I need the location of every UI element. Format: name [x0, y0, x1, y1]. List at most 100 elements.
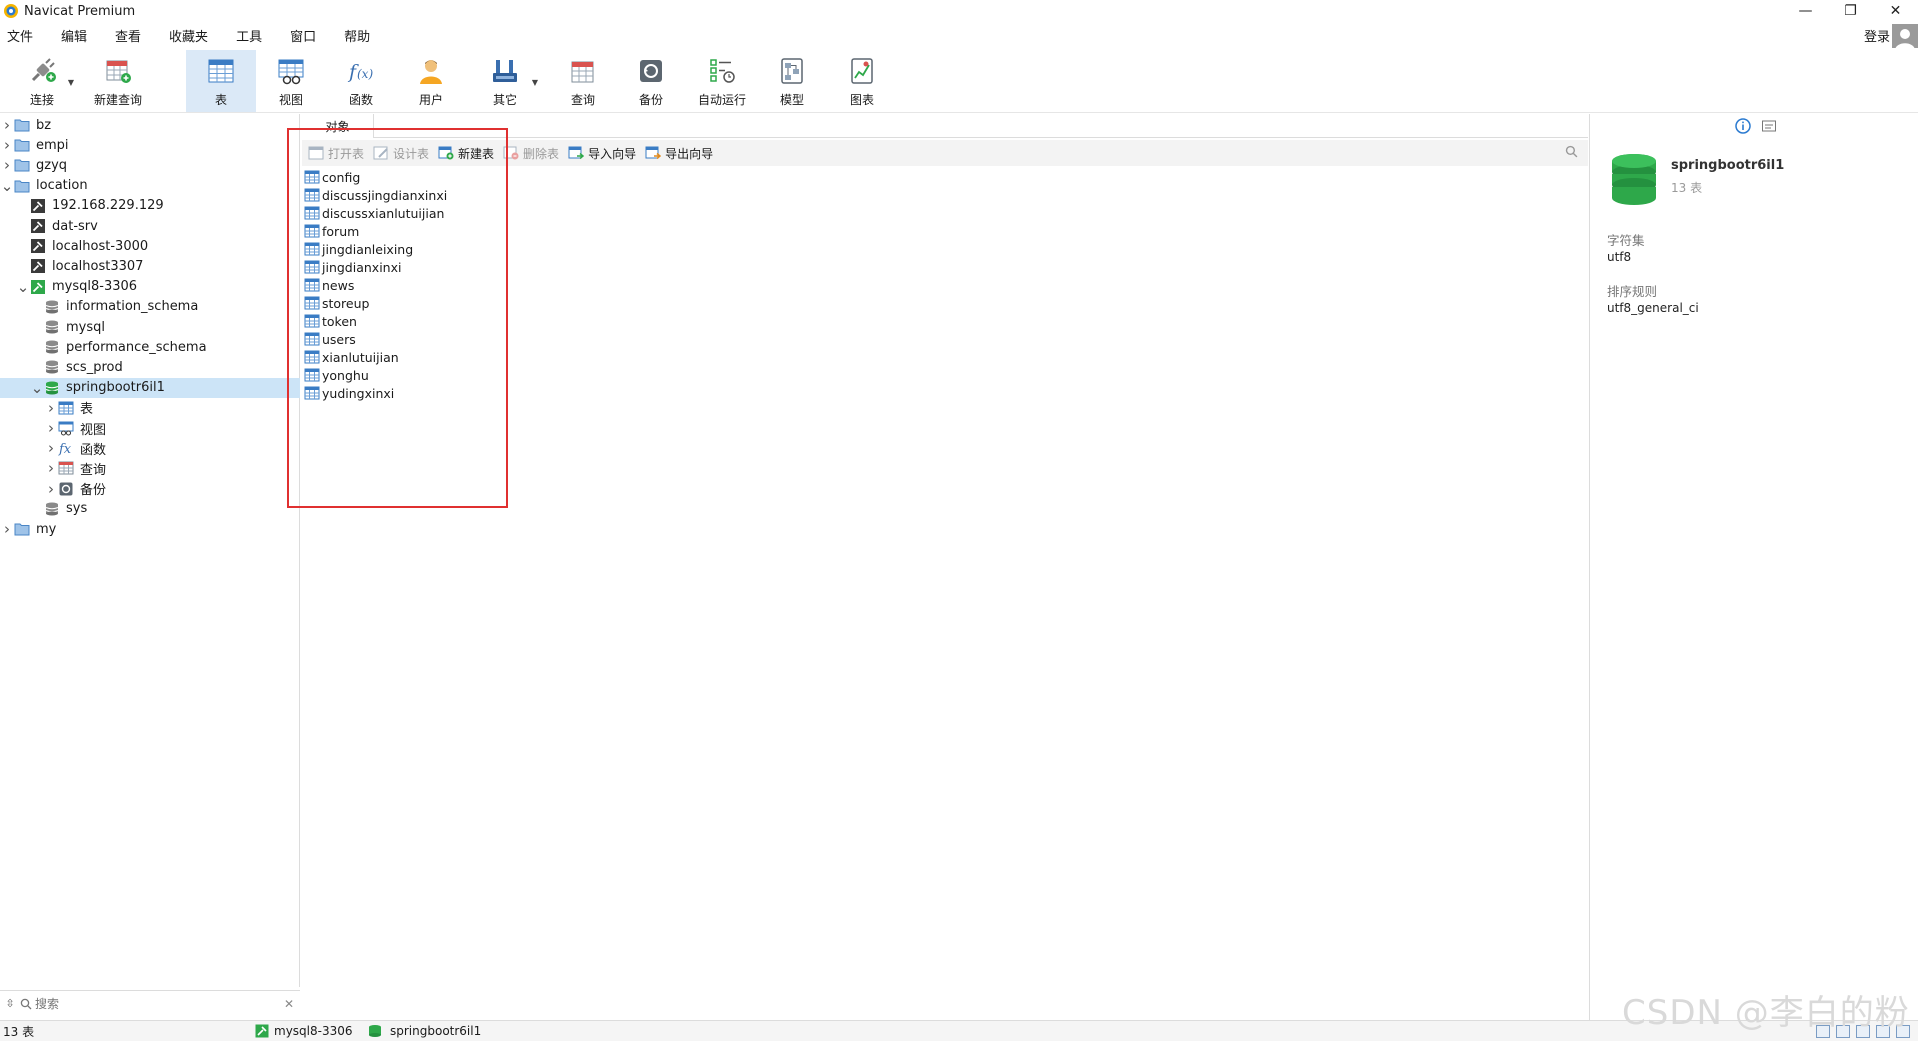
design-table-label: 设计表 [393, 146, 430, 161]
tree-node[interactable]: › 表 [0, 398, 300, 418]
export-wizard-button[interactable]: 导出向导 [645, 145, 713, 162]
chevron-right-icon[interactable]: › [0, 156, 14, 174]
chevron-right-icon[interactable]: › [44, 459, 58, 477]
menu-edit[interactable]: 编辑 [54, 26, 98, 45]
tree-node[interactable]: ⌄ mysql8-3306 [0, 277, 300, 297]
tree-node-label: dat-srv [52, 218, 98, 234]
user-avatar-icon[interactable] [1892, 24, 1918, 50]
table-icon [304, 314, 320, 328]
sort-icon[interactable]: ⇳ [0, 997, 20, 1010]
table-item[interactable]: yudingxinxi [302, 384, 1002, 402]
toolbar-automation-button[interactable]: 自动运行 [690, 50, 754, 112]
tree-node-label: my [36, 521, 57, 537]
table-item[interactable]: discussjingdianxinxi [302, 186, 1002, 204]
chevron-right-icon[interactable]: › [0, 136, 14, 154]
chevron-right-icon[interactable]: › [44, 399, 58, 417]
group-icon [14, 119, 30, 132]
delete-table-label: 删除表 [523, 146, 560, 161]
info-panel: springbootr6il1 13 表 字符集 utf8 排序规则 utf8_… [1589, 114, 1918, 1020]
table-item[interactable]: jingdianxinxi [302, 258, 1002, 276]
table-item[interactable]: storeup [302, 294, 1002, 312]
toolbar-new-query-button[interactable]: 新建查询 [88, 50, 148, 112]
tree-node[interactable]: › fx 函数 [0, 438, 300, 458]
title-bar: Navicat Premium — ❐ ✕ [0, 0, 1918, 22]
toolbar-model-button[interactable]: 模型 [764, 50, 820, 112]
toolbar-view-button[interactable]: 视图 [262, 50, 320, 112]
new-table-button[interactable]: 新建表 [438, 145, 494, 162]
ddl-icon[interactable] [1761, 118, 1777, 134]
table-item[interactable]: users [302, 330, 1002, 348]
close-button[interactable]: ✕ [1873, 0, 1918, 22]
tree-node[interactable]: › bz [0, 115, 300, 135]
table-item[interactable]: forum [302, 222, 1002, 240]
tree-node[interactable]: ⌄ location [0, 176, 300, 196]
tree-node[interactable]: information_schema [0, 297, 300, 317]
chevron-right-icon[interactable]: › [0, 520, 14, 538]
table-item[interactable]: news [302, 276, 1002, 294]
toolbar-backup-button[interactable]: 备份 [622, 50, 680, 112]
menu-help[interactable]: 帮助 [337, 26, 381, 45]
table-item[interactable]: token [302, 312, 1002, 330]
toolbar-query-button[interactable]: 查询 [554, 50, 612, 112]
tree-node[interactable]: dat-srv [0, 216, 300, 236]
chevron-right-icon[interactable]: › [44, 480, 58, 498]
toolbar-other-button[interactable]: 其它 ▼ [476, 50, 538, 112]
watermark: CSDN @李白的粉 [1622, 993, 1910, 1033]
tree-node[interactable]: › gzyq [0, 155, 300, 175]
design-table-button[interactable]: 设计表 [373, 145, 429, 162]
toolbar-connection-button[interactable]: 连接 ▼ [14, 50, 74, 112]
restore-button[interactable]: ❐ [1828, 0, 1873, 22]
menu-file[interactable]: 文件 [0, 26, 44, 45]
tools-icon [493, 60, 517, 82]
tree-node[interactable]: ⌄ springbootr6il1 [0, 377, 300, 398]
menu-favorites[interactable]: 收藏夹 [162, 26, 219, 45]
toolbar-user-button[interactable]: 用户 [402, 50, 460, 112]
table-item[interactable]: yonghu [302, 366, 1002, 384]
toolbar-table-button[interactable]: 表 [186, 50, 256, 112]
chevron-right-icon[interactable]: › [44, 419, 58, 437]
import-wizard-button[interactable]: 导入向导 [568, 145, 636, 162]
toolbar-label: 视图 [278, 93, 303, 107]
tree-node[interactable]: › my [0, 519, 300, 539]
toolbar-function-button[interactable]: f (x) 函数 [332, 50, 390, 112]
menu-view[interactable]: 查看 [108, 26, 152, 45]
chevron-down-icon[interactable]: ⌄ [0, 177, 14, 195]
table-item[interactable]: config [302, 168, 1002, 186]
chevron-down-icon[interactable]: ▼ [68, 78, 74, 87]
tree-node[interactable]: › 视图 [0, 418, 300, 438]
tree-node[interactable]: mysql [0, 317, 300, 337]
toolbar-chart-button[interactable]: 图表 [834, 50, 890, 112]
chevron-right-icon[interactable]: › [44, 439, 58, 457]
clear-icon[interactable]: ✕ [284, 997, 294, 1011]
delete-table-button[interactable]: 删除表 [503, 145, 559, 162]
login-link[interactable]: 登录 [1864, 26, 1890, 45]
tab-objects[interactable]: 对象 [302, 114, 374, 138]
chevron-down-icon[interactable]: ⌄ [16, 278, 30, 296]
tree-node[interactable]: 192.168.229.129 [0, 196, 300, 216]
database-icon [45, 381, 59, 395]
open-table-button[interactable]: 打开表 [308, 145, 364, 162]
table-item[interactable]: xianlutuijian [302, 348, 1002, 366]
table-item[interactable]: jingdianleixing [302, 240, 1002, 258]
info-icon[interactable] [1735, 118, 1751, 134]
tree-node[interactable]: performance_schema [0, 337, 300, 357]
menu-tools[interactable]: 工具 [229, 26, 273, 45]
tree-node[interactable]: scs_prod [0, 357, 300, 377]
import-wizard-label: 导入向导 [588, 146, 637, 161]
tree-node[interactable]: localhost-3000 [0, 236, 300, 256]
table-item[interactable]: discussxianlutuijian [302, 204, 1002, 222]
chevron-down-icon[interactable]: ▼ [532, 78, 538, 87]
chevron-right-icon[interactable]: › [0, 116, 14, 134]
backup-icon [640, 60, 662, 82]
chevron-down-icon[interactable]: ⌄ [30, 379, 44, 397]
tree-search-input[interactable] [32, 996, 272, 1011]
menu-window[interactable]: 窗口 [283, 26, 327, 45]
search-icon[interactable] [1565, 145, 1578, 158]
tree-node[interactable]: › empi [0, 135, 300, 155]
tree-node[interactable]: sys [0, 499, 300, 519]
tree-node[interactable]: › 查询 [0, 458, 300, 478]
new-query-icon [106, 60, 131, 83]
minimize-button[interactable]: — [1783, 0, 1828, 22]
tree-node[interactable]: localhost3307 [0, 256, 300, 276]
tree-node[interactable]: › 备份 [0, 479, 300, 499]
